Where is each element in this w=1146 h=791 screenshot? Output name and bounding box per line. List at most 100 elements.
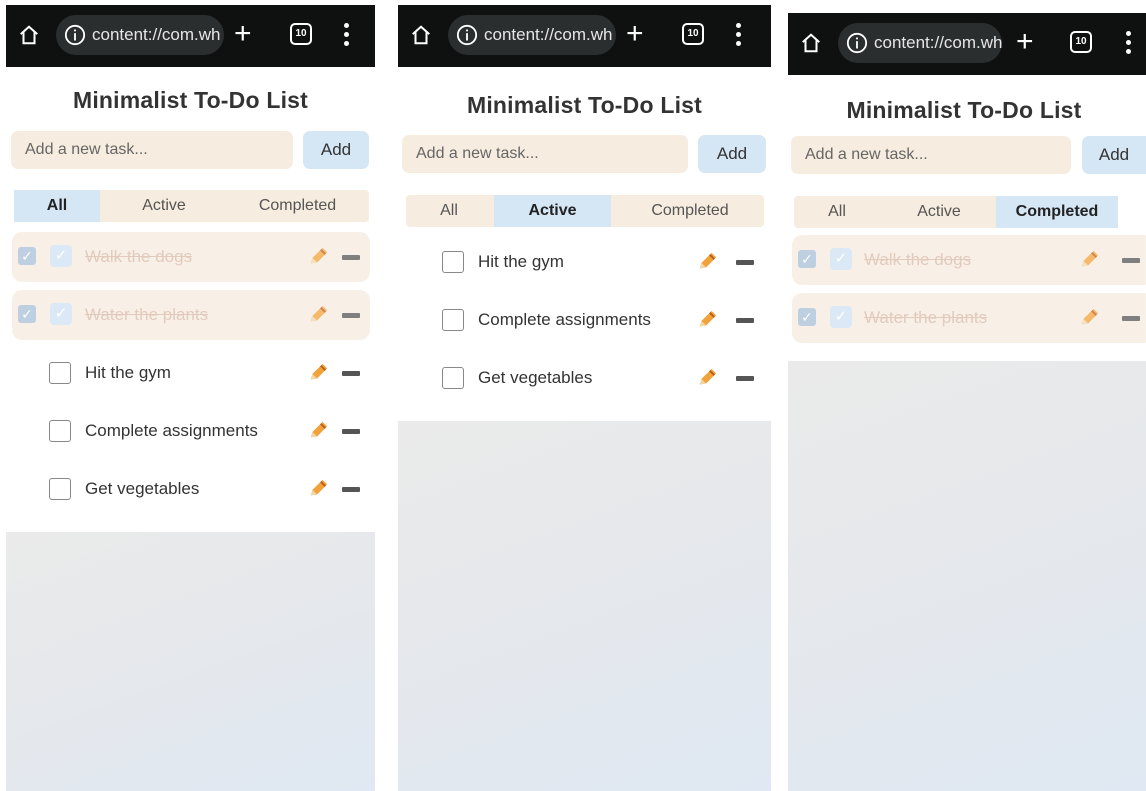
- task-checkbox[interactable]: ✓: [830, 306, 852, 328]
- check-icon: ✓: [798, 308, 816, 326]
- pencil-icon[interactable]: [307, 478, 329, 500]
- panel-all: content://com.wh + 10 Minimalist To-Do L…: [6, 5, 375, 791]
- tab-all[interactable]: All: [794, 196, 880, 228]
- check-icon: ✓: [18, 247, 36, 265]
- info-icon[interactable]: [846, 32, 868, 54]
- check-icon: ✓: [18, 305, 36, 323]
- task-label: Walk the dogs: [864, 250, 972, 269]
- url-bar[interactable]: content://com.wh: [838, 23, 1002, 63]
- empty-area: [398, 421, 771, 791]
- task-label: Hit the gym: [478, 252, 564, 271]
- url-text: content://com.wh: [484, 25, 613, 44]
- tab-count-button[interactable]: 10: [682, 23, 704, 45]
- task-label: Water the plants: [864, 308, 988, 327]
- tab-active[interactable]: Active: [884, 196, 994, 228]
- task-label: Complete assignments: [478, 310, 651, 329]
- pencil-icon[interactable]: [307, 246, 329, 268]
- new-tab-button[interactable]: +: [626, 17, 644, 51]
- delete-icon[interactable]: [736, 260, 754, 265]
- new-task-input[interactable]: [791, 136, 1071, 174]
- pencil-icon[interactable]: [696, 309, 718, 331]
- tab-completed[interactable]: Completed: [226, 190, 369, 222]
- new-task-input[interactable]: [11, 131, 293, 169]
- task-checkbox[interactable]: [442, 367, 464, 389]
- delete-icon[interactable]: [342, 371, 360, 376]
- task-checkbox[interactable]: [442, 309, 464, 331]
- task-label: Walk the dogs: [85, 247, 193, 266]
- add-button[interactable]: Add: [303, 131, 369, 169]
- menu-icon[interactable]: [736, 23, 742, 47]
- pencil-icon[interactable]: [307, 420, 329, 442]
- add-button[interactable]: Add: [1082, 136, 1146, 174]
- task-checkbox[interactable]: [49, 362, 71, 384]
- task-row: ✓ ✓ Water the plants: [12, 290, 370, 340]
- tab-active[interactable]: Active: [494, 195, 611, 227]
- delete-icon[interactable]: [342, 313, 360, 318]
- menu-icon[interactable]: [344, 23, 350, 47]
- task-label: Complete assignments: [85, 421, 258, 440]
- new-task-input[interactable]: [402, 135, 688, 173]
- url-bar[interactable]: content://com.wh: [56, 15, 224, 55]
- page-title: Minimalist To-Do List: [466, 92, 703, 118]
- tab-count-button[interactable]: 10: [1070, 31, 1092, 53]
- task-row: ✓ ✓ Water the plants: [792, 293, 1146, 343]
- panel-completed: content://com.wh + 10 Minimalist To-Do L…: [788, 5, 1146, 791]
- new-tab-button[interactable]: +: [1016, 25, 1034, 59]
- pencil-icon[interactable]: [307, 304, 329, 326]
- menu-icon[interactable]: [1126, 31, 1132, 55]
- task-checkbox[interactable]: [442, 251, 464, 273]
- tab-count-button[interactable]: 10: [290, 23, 312, 45]
- page-title: Minimalist To-Do List: [846, 97, 1082, 123]
- delete-icon[interactable]: [342, 487, 360, 492]
- task-label: Get vegetables: [478, 368, 593, 387]
- home-icon[interactable]: [800, 32, 822, 54]
- pencil-icon[interactable]: [307, 362, 329, 384]
- tab-all[interactable]: All: [406, 195, 492, 227]
- empty-area: [788, 361, 1146, 791]
- pencil-icon[interactable]: [1078, 307, 1100, 329]
- task-label: Get vegetables: [85, 479, 200, 498]
- task-row: Get vegetables: [406, 353, 764, 403]
- add-button[interactable]: Add: [698, 135, 766, 173]
- home-icon[interactable]: [410, 24, 432, 46]
- task-checkbox[interactable]: ✓: [50, 303, 72, 325]
- pencil-icon[interactable]: [1078, 249, 1100, 271]
- delete-icon[interactable]: [736, 376, 754, 381]
- delete-icon[interactable]: [1122, 316, 1140, 321]
- filter-bar: All Active Completed: [406, 195, 764, 227]
- check-icon: ✓: [798, 250, 816, 268]
- home-icon[interactable]: [18, 24, 40, 46]
- pencil-icon[interactable]: [696, 251, 718, 273]
- task-row: Get vegetables: [12, 464, 370, 514]
- tab-active[interactable]: Active: [108, 190, 220, 222]
- delete-icon[interactable]: [736, 318, 754, 323]
- browser-toolbar: content://com.wh + 10: [6, 5, 375, 67]
- task-row: ✓ ✓ Walk the dogs: [792, 235, 1146, 285]
- tab-completed[interactable]: Completed: [616, 195, 764, 227]
- browser-toolbar: content://com.wh + 10: [788, 13, 1146, 75]
- info-icon[interactable]: [456, 24, 478, 46]
- info-icon[interactable]: [64, 24, 86, 46]
- task-row: ✓ ✓ Walk the dogs: [12, 232, 370, 282]
- task-label: Hit the gym: [85, 363, 171, 382]
- browser-toolbar: content://com.wh + 10: [398, 5, 771, 67]
- filter-bar: All Active Completed: [14, 190, 369, 222]
- task-checkbox[interactable]: ✓: [830, 248, 852, 270]
- url-bar[interactable]: content://com.wh: [448, 15, 616, 55]
- task-row: Hit the gym: [406, 237, 764, 287]
- tab-all[interactable]: All: [14, 190, 100, 222]
- task-label: Water the plants: [85, 305, 209, 324]
- delete-icon[interactable]: [342, 429, 360, 434]
- tab-completed[interactable]: Completed: [996, 196, 1118, 228]
- delete-icon[interactable]: [342, 255, 360, 260]
- task-row: Complete assignments: [12, 406, 370, 456]
- pencil-icon[interactable]: [696, 367, 718, 389]
- new-tab-button[interactable]: +: [234, 17, 252, 51]
- task-checkbox[interactable]: ✓: [50, 245, 72, 267]
- panel-active: content://com.wh + 10 Minimalist To-Do L…: [398, 5, 771, 791]
- task-checkbox[interactable]: [49, 478, 71, 500]
- task-row: Complete assignments: [406, 295, 764, 345]
- url-text: content://com.wh: [92, 25, 221, 44]
- task-checkbox[interactable]: [49, 420, 71, 442]
- delete-icon[interactable]: [1122, 258, 1140, 263]
